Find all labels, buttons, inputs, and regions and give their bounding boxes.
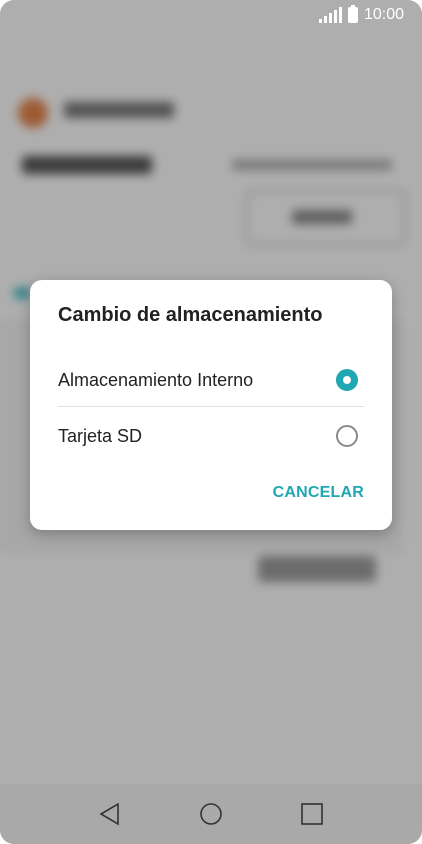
back-button[interactable] bbox=[88, 792, 132, 836]
radio-checked-icon[interactable] bbox=[336, 369, 358, 391]
signal-icon bbox=[318, 7, 342, 23]
home-button[interactable] bbox=[189, 792, 233, 836]
status-time: 10:00 bbox=[363, 6, 404, 23]
home-icon bbox=[200, 803, 222, 825]
phone-screen: 10:00 Cambio de almacenamiento Almacenam… bbox=[0, 0, 422, 844]
radio-unchecked-icon[interactable] bbox=[336, 425, 358, 447]
option-internal-storage[interactable]: Almacenamiento Interno bbox=[30, 352, 392, 408]
option-label: Tarjeta SD bbox=[58, 425, 143, 446]
navigation-bar bbox=[0, 784, 422, 844]
recents-icon bbox=[300, 803, 323, 825]
option-sd-card[interactable]: Tarjeta SD bbox=[30, 408, 392, 464]
option-label: Almacenamiento Interno bbox=[58, 369, 254, 390]
back-icon bbox=[99, 802, 120, 826]
storage-change-dialog: Cambio de almacenamiento Almacenamiento … bbox=[30, 280, 392, 530]
dialog-title: Cambio de almacenamiento bbox=[58, 304, 323, 326]
cancel-button[interactable]: CANCELAR bbox=[273, 484, 364, 502]
recents-button[interactable] bbox=[290, 792, 334, 836]
battery-icon bbox=[347, 5, 358, 23]
status-bar: 10:00 bbox=[0, 0, 422, 30]
divider bbox=[58, 406, 364, 407]
